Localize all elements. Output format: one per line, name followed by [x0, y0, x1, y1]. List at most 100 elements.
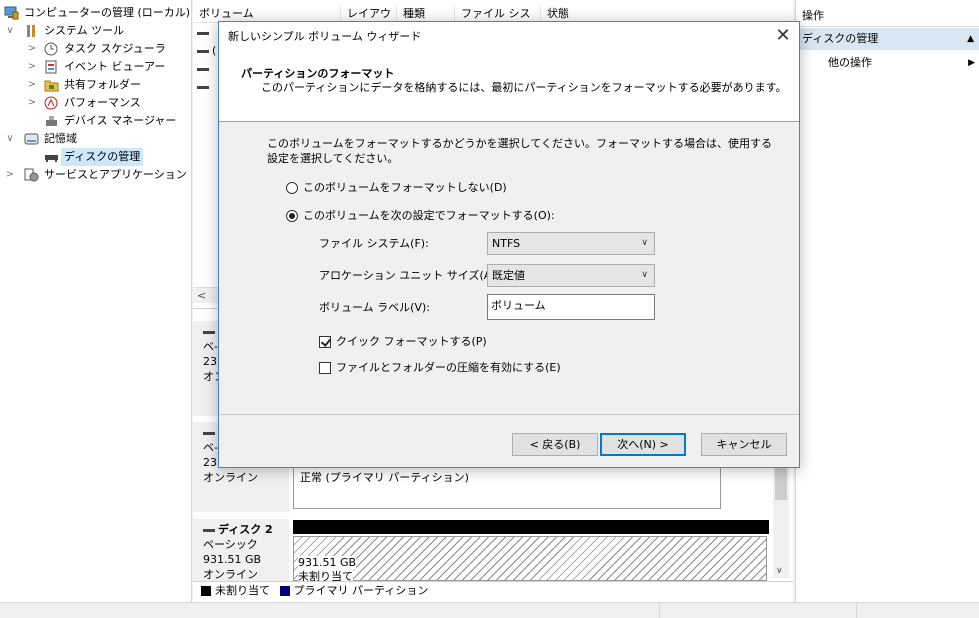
performance-icon [44, 96, 58, 110]
list-item[interactable] [197, 61, 212, 77]
tree-item-task-scheduler[interactable]: > タスク スケジューラ [4, 40, 192, 58]
tree-label: ディスクの管理 [61, 148, 144, 166]
cancel-button[interactable]: キャンセル [701, 433, 787, 456]
wizard-header: パーティションのフォーマット このパーティションにデータを格納するには、最初にパ… [219, 52, 799, 122]
filesystem-label: ファイル システム(F): [319, 237, 429, 250]
device-manager-icon [46, 116, 57, 126]
disk-state: オンライン [203, 471, 258, 484]
disk-2-label[interactable]: ディスク 2 ベーシック 931.51 GB オンライン [193, 519, 289, 581]
chevron-right-icon[interactable]: > [26, 76, 38, 94]
tree-item-device-manager[interactable]: デバイス マネージャー [4, 112, 192, 130]
scroll-left-icon[interactable]: < [197, 288, 206, 304]
tools-icon [27, 25, 35, 37]
disk-state: オンライン [203, 568, 258, 581]
back-button[interactable]: < 戻る(B) [512, 433, 598, 456]
chevron-down-icon: ∨ [641, 270, 648, 280]
tree-item-disk-management[interactable]: ディスクの管理 [4, 148, 192, 166]
volume-label-label: ボリューム ラベル(V): [319, 301, 430, 314]
services-icon [24, 168, 39, 182]
quick-format-label: クイック フォーマットする(P) [336, 335, 487, 348]
chevron-right-icon[interactable]: > [26, 94, 38, 112]
disk-icon [197, 49, 209, 53]
volume-name: ( [212, 44, 217, 57]
tree-item-services-apps[interactable]: > サービスとアプリケーション [4, 166, 192, 184]
status-bar [0, 602, 979, 618]
list-item[interactable] [197, 79, 212, 95]
disk-icon [197, 67, 209, 71]
unallocated-hatch: 931.51 GB 未割り当て [293, 536, 767, 584]
status-segment [659, 603, 856, 618]
dialog-separator [219, 414, 799, 415]
action-more-actions[interactable]: 他の操作 ▶ [796, 53, 979, 73]
tree-item-storage[interactable]: ∨ 記憶域 [4, 130, 192, 148]
chevron-down-icon[interactable]: ∨ [4, 130, 16, 148]
primary-swatch [279, 586, 290, 596]
tree-label: システム ツール [44, 24, 125, 37]
radio-format-circle[interactable] [286, 210, 298, 222]
legend-unallocated: 未割り当て [215, 584, 270, 597]
tree-label: 共有フォルダー [64, 78, 141, 91]
unallocated-swatch [201, 586, 211, 596]
actions-pane: 操作 ディスクの管理 ▲ 他の操作 ▶ [795, 0, 979, 602]
shared-folder-icon [44, 80, 59, 92]
allocation-unit-select[interactable]: 既定値 ∨ [487, 264, 655, 287]
chevron-down-icon[interactable]: ∨ [4, 22, 16, 40]
close-icon[interactable]: ✕ [767, 22, 799, 52]
list-item[interactable] [197, 25, 212, 41]
disk-icon [203, 431, 215, 435]
tree-item-system-tools[interactable]: ∨ システム ツール [4, 22, 192, 40]
disk-icon [197, 85, 209, 89]
tree-item-computer-management[interactable]: コンピューターの管理 (ローカル) [4, 4, 192, 22]
partition-status: 正常 (プライマリ パーティション) [300, 471, 469, 484]
tree-label: サービスとアプリケーション [44, 168, 187, 181]
scroll-down-icon[interactable]: ∨ [776, 566, 783, 576]
next-button[interactable]: 次へ(N) > [600, 433, 686, 456]
compression-box[interactable] [319, 362, 331, 374]
disk-type: ベーシック [203, 538, 258, 551]
storage-icon [24, 133, 39, 145]
quick-format-box[interactable] [319, 336, 331, 348]
disk-name: ディスク 2 [218, 523, 273, 536]
action-label: 他の操作 [828, 56, 872, 69]
radio-no-format-circle[interactable] [286, 182, 298, 194]
disk-type: ベ- [203, 441, 218, 454]
tree-label: パフォーマンス [64, 96, 141, 109]
disk-2-unallocated-partition[interactable]: 931.51 GB 未割り当て [293, 520, 769, 584]
disk-size: 931.51 GB [203, 553, 262, 566]
action-disk-management[interactable]: ディスクの管理 ▲ [796, 28, 979, 50]
action-label: ディスクの管理 [802, 32, 879, 45]
disk-icon [203, 330, 215, 334]
status-segment [856, 603, 979, 618]
tree-item-performance[interactable]: > パフォーマンス [4, 94, 192, 112]
navigation-tree: コンピューターの管理 (ローカル) ∨ システム ツール > タスク スケジュー… [0, 0, 192, 602]
chevron-right-icon[interactable]: > [26, 40, 38, 58]
allocation-unit-value: 既定値 [492, 269, 525, 282]
filesystem-select[interactable]: NTFS ∨ [487, 232, 655, 255]
unallocated-bar [293, 520, 769, 534]
disk-icon [197, 31, 209, 35]
chevron-right-icon[interactable]: > [26, 58, 38, 76]
tree-item-event-viewer[interactable]: > イベント ビューアー [4, 58, 192, 76]
filesystem-value: NTFS [492, 237, 521, 250]
wizard-description: このボリュームをフォーマットするかどうかを選択してください。フォーマットする場合… [267, 137, 773, 165]
disk-icon [203, 528, 215, 532]
tree-label: コンピューターの管理 (ローカル) [24, 6, 191, 19]
volume-label-input[interactable]: ボリューム [487, 294, 655, 320]
submenu-arrow-icon: ▶ [968, 58, 975, 68]
radio-format-label: このボリュームを次の設定でフォーマットする(O): [303, 209, 555, 222]
new-simple-volume-wizard: 新しいシンプル ボリューム ウィザード ✕ パーティションのフォーマット このパ… [218, 21, 800, 468]
computer-management-icon [4, 6, 19, 20]
tree-item-shared-folders[interactable]: > 共有フォルダー [4, 76, 192, 94]
disk-type: ベ- [203, 340, 218, 353]
allocation-unit-label: アロケーション ユニット サイズ(A): [319, 269, 500, 282]
chevron-right-icon[interactable]: > [4, 166, 16, 184]
collapse-up-icon[interactable]: ▲ [967, 28, 974, 50]
compression-label: ファイルとフォルダーの圧縮を有効にする(E) [336, 361, 561, 374]
disk-management-icon [45, 155, 58, 162]
list-item[interactable]: ( [197, 43, 216, 59]
tree-label: イベント ビューアー [64, 60, 166, 73]
tree-label: タスク スケジューラ [64, 42, 166, 55]
partition-size: 931.51 GB [298, 556, 357, 570]
legend-bar: 未割り当て プライマリ パーティション [193, 581, 793, 601]
radio-no-format-label: このボリュームをフォーマットしない(D) [303, 181, 507, 194]
